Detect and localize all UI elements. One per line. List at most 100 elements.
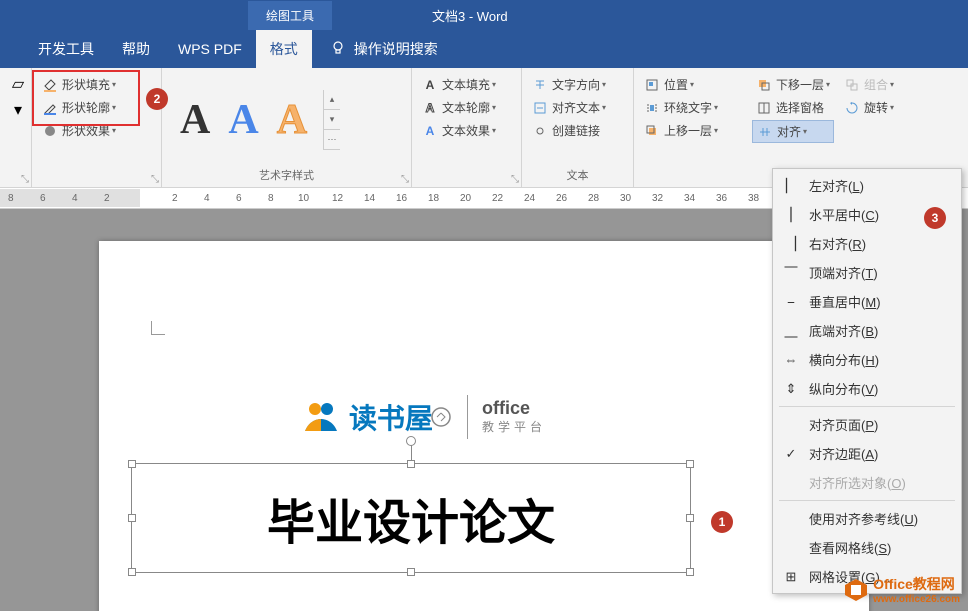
menu-align-page[interactable]: 对齐页面(P): [773, 410, 961, 439]
tab-wps-pdf[interactable]: WPS PDF: [164, 30, 256, 68]
resize-handle[interactable]: [407, 568, 415, 576]
align-dropdown-menu: ▏左对齐(L) ⎮水平居中(C) ▕右对齐(R) ⎺顶端对齐(T) ⎯垂直居中(…: [772, 168, 962, 594]
text-direction-button[interactable]: 文字方向▾: [528, 74, 627, 95]
selected-textbox[interactable]: 毕业设计论文: [131, 463, 691, 573]
ruler-tick: 14: [364, 193, 375, 204]
tab-prev[interactable]: [0, 30, 24, 68]
dialog-launcher-icon[interactable]: ⤡: [21, 174, 29, 185]
margin-mark-icon: [151, 321, 165, 335]
ruler-tick: 6: [40, 193, 46, 204]
dialog-launcher-icon[interactable]: ⤡: [151, 174, 159, 185]
menu-align-bottom[interactable]: ⎽底端对齐(B): [773, 316, 961, 345]
textbox-content[interactable]: 毕业设计论文: [267, 483, 555, 553]
watermark-logo-icon: [843, 577, 869, 603]
menu-align-top[interactable]: ⎺顶端对齐(T): [773, 258, 961, 287]
ruler-tick: 30: [620, 193, 631, 204]
text-effects-button[interactable]: A 文本效果▾: [418, 120, 515, 141]
ruler-tick: 4: [204, 193, 210, 204]
align-button[interactable]: 对齐▾: [752, 120, 834, 143]
menu-align-left[interactable]: ▏左对齐(L): [773, 171, 961, 200]
align-hcenter-icon: ⎮: [781, 207, 801, 223]
tell-me-search[interactable]: 操作说明搜索: [330, 39, 438, 59]
tab-developer[interactable]: 开发工具: [24, 30, 108, 68]
watermark-url: www.office26.com: [873, 594, 960, 605]
menu-distribute-v[interactable]: ⇕纵向分布(V): [773, 374, 961, 403]
rotate-button[interactable]: 旋转▾: [840, 97, 898, 118]
resize-handle[interactable]: [686, 514, 694, 522]
text-effects-icon: A: [422, 123, 438, 139]
resize-handle[interactable]: [128, 514, 136, 522]
dialog-launcher-icon[interactable]: ⤡: [511, 174, 519, 185]
shape-outline-button[interactable]: 形状轮廓▾: [38, 97, 155, 118]
wordart-preset-3[interactable]: A: [277, 96, 307, 144]
gallery-up-icon[interactable]: ▴: [324, 90, 340, 110]
send-backward-icon: [756, 77, 772, 93]
resize-handle[interactable]: [128, 460, 136, 468]
menu-align-margin[interactable]: ✓对齐边距(A): [773, 439, 961, 468]
wordart-preset-1[interactable]: A: [180, 96, 210, 144]
watermark-brand: Office教程网: [873, 574, 960, 594]
wordart-gallery[interactable]: A A A: [168, 90, 319, 150]
align-text-button[interactable]: 对齐文本▾: [528, 97, 627, 118]
position-button[interactable]: 位置▾: [640, 74, 740, 95]
edit-shape-btn[interactable]: ▱: [6, 72, 30, 96]
checkmark-icon: ✓: [781, 446, 801, 462]
gallery-down-icon[interactable]: ▾: [324, 110, 340, 130]
align-top-icon: ⎺: [781, 265, 801, 281]
brand-text: office: [482, 399, 546, 419]
ruler-tick: 8: [268, 193, 274, 204]
distribute-h-icon: ⇔: [781, 352, 801, 367]
edit-shape-dropdown[interactable]: ▾: [6, 98, 30, 122]
page[interactable]: 读书屋 office 教学平台 毕业设计论文 1: [99, 241, 869, 611]
wrap-icon: [644, 100, 660, 116]
annotation-marker-2: 2: [146, 88, 168, 110]
ruler-tick: 24: [524, 193, 535, 204]
bring-forward-button[interactable]: 上移一层▾: [640, 120, 740, 141]
ruler-tick: 22: [492, 193, 503, 204]
resize-handle[interactable]: [686, 568, 694, 576]
gallery-more-icon[interactable]: ⋯: [324, 130, 340, 150]
tell-me-label: 操作说明搜索: [354, 39, 438, 59]
text-outline-icon: A: [422, 100, 438, 116]
tab-format[interactable]: 格式: [256, 30, 312, 68]
dialog-launcher-icon[interactable]: ⤡: [401, 174, 409, 185]
menu-align-right[interactable]: ▕右对齐(R): [773, 229, 961, 258]
tab-help[interactable]: 帮助: [108, 30, 164, 68]
send-backward-button[interactable]: 下移一层▾: [752, 74, 834, 95]
contextual-tab-label: 绘图工具: [248, 1, 332, 30]
create-link-button[interactable]: 创建链接: [528, 120, 627, 141]
resize-handle[interactable]: [128, 568, 136, 576]
ruler-tick: 26: [556, 193, 567, 204]
shape-effects-button[interactable]: 形状效果▾: [38, 120, 155, 141]
ruler-tick: 34: [684, 193, 695, 204]
bring-forward-icon: [644, 123, 660, 139]
brand-subtitle: 教学平台: [482, 418, 546, 435]
text-fill-button[interactable]: A 文本填充▾: [418, 74, 515, 95]
text-fill-icon: A: [422, 77, 438, 93]
text-outline-button[interactable]: A 文本轮廓▾: [418, 97, 515, 118]
menu-use-guides[interactable]: 使用对齐参考线(U): [773, 504, 961, 533]
rotate-icon: [844, 100, 860, 116]
resize-handle[interactable]: [686, 460, 694, 468]
position-icon: [644, 77, 660, 93]
ruler-tick: 18: [428, 193, 439, 204]
logo-block: 读书屋 office 教学平台: [299, 395, 546, 439]
wordart-preset-2[interactable]: A: [228, 96, 258, 144]
menu-view-gridlines[interactable]: 查看网格线(S): [773, 533, 961, 562]
title-bar: 绘图工具 文档3 - Word: [0, 0, 968, 30]
menu-align-vcenter[interactable]: ⎯垂直居中(M): [773, 287, 961, 316]
rotate-handle[interactable]: [406, 436, 416, 446]
logo-icon: [299, 395, 343, 439]
ruler-tick: 20: [460, 193, 471, 204]
wrap-text-button[interactable]: 环绕文字▾: [640, 97, 740, 118]
ruler-tick: 8: [8, 193, 14, 204]
lightbulb-icon: [330, 40, 346, 59]
align-vcenter-icon: ⎯: [781, 294, 801, 310]
resize-handle[interactable]: [407, 460, 415, 468]
shape-fill-button[interactable]: 形状填充▾: [38, 74, 155, 95]
menu-distribute-h[interactable]: ⇔横向分布(H): [773, 345, 961, 374]
logo-text: 读书屋: [349, 397, 433, 437]
selection-pane-button[interactable]: 选择窗格: [752, 97, 834, 118]
ruler-tick: 4: [72, 193, 78, 204]
align-icon: [757, 124, 773, 140]
